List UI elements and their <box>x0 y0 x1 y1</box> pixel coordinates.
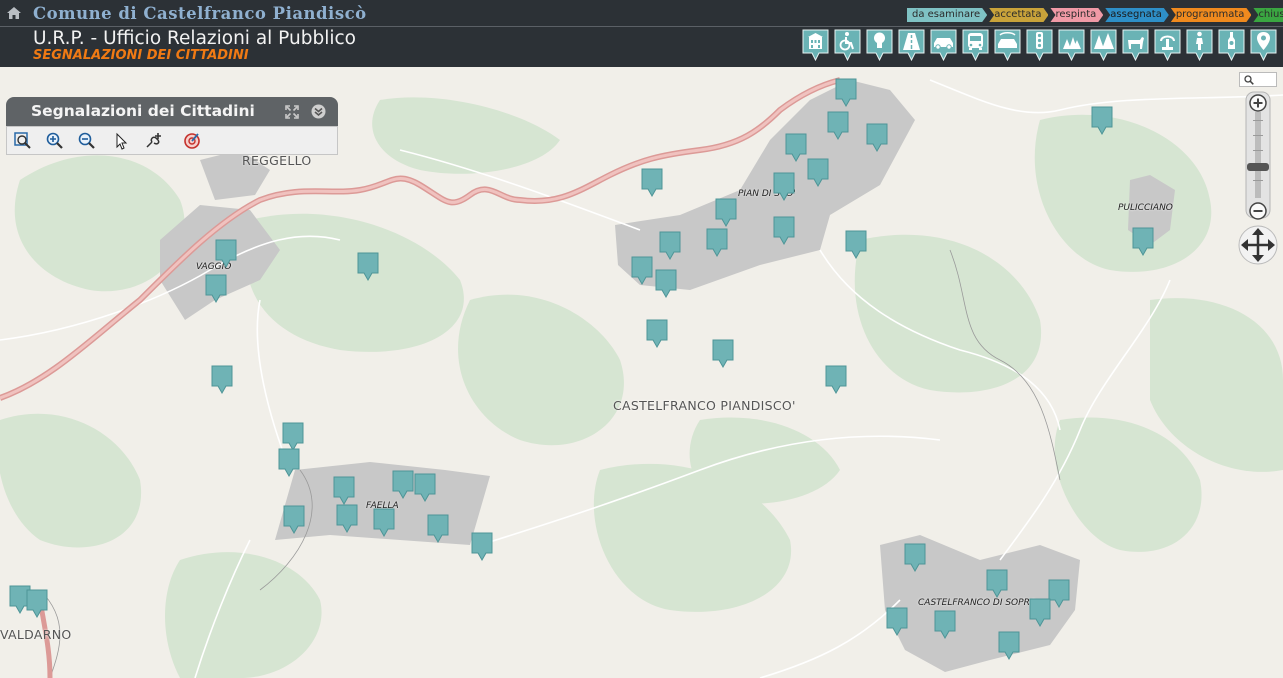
panel-toolbar <box>6 126 338 155</box>
report-marker[interactable] <box>712 339 734 368</box>
report-marker[interactable] <box>904 543 926 572</box>
sub-header: U.R.P. - Ufficio Relazioni al Pubblico S… <box>0 27 1283 67</box>
collapse-icon[interactable] <box>311 104 326 119</box>
municipality-title: Comune di Castelfranco Piandiscò <box>33 4 367 23</box>
report-marker[interactable] <box>631 256 653 285</box>
report-marker[interactable] <box>471 532 493 561</box>
report-marker[interactable] <box>934 610 956 639</box>
report-marker[interactable] <box>333 476 355 505</box>
zoom-in-icon[interactable] <box>45 131 65 151</box>
zoom-control <box>1237 72 1278 267</box>
place-label: CASTELFRANCO DI SOPRA <box>918 598 1036 608</box>
report-marker[interactable] <box>414 473 436 502</box>
report-marker[interactable] <box>211 365 233 394</box>
select-pointer-icon[interactable] <box>111 131 131 151</box>
status-respinta[interactable]: respinta <box>1050 8 1103 22</box>
zoom-extent-icon[interactable] <box>13 131 33 151</box>
fountain-icon[interactable] <box>1154 29 1181 61</box>
report-marker[interactable] <box>336 504 358 533</box>
car-icon[interactable] <box>930 29 957 61</box>
road-icon[interactable] <box>898 29 925 61</box>
office-title: U.R.P. - Ufficio Relazioni al Pubblico <box>33 28 356 49</box>
report-marker[interactable] <box>773 216 795 245</box>
animal-icon[interactable] <box>1122 29 1149 61</box>
place-label: PULICCIANO <box>1118 203 1173 213</box>
zoom-out-icon[interactable] <box>1249 202 1267 220</box>
report-marker[interactable] <box>866 123 888 152</box>
report-marker[interactable] <box>282 422 304 451</box>
park-icon[interactable] <box>1058 29 1085 61</box>
basemap <box>0 77 1283 678</box>
locate-icon[interactable] <box>182 131 202 151</box>
report-marker[interactable] <box>427 514 449 543</box>
place-label: CASTELFRANCO PIANDISCO' <box>613 398 796 413</box>
report-marker[interactable] <box>26 589 48 618</box>
page-subtitle: SEGNALAZIONI DEI CITTADINI <box>33 48 249 63</box>
report-marker[interactable] <box>886 607 908 636</box>
report-marker[interactable] <box>807 158 829 187</box>
home-icon[interactable] <box>7 7 21 19</box>
report-marker[interactable] <box>785 133 807 162</box>
add-report-icon[interactable] <box>144 131 164 151</box>
report-marker[interactable] <box>215 239 237 268</box>
bus-icon[interactable] <box>962 29 989 61</box>
report-marker[interactable] <box>845 230 867 259</box>
monument-icon[interactable] <box>1218 29 1245 61</box>
report-marker[interactable] <box>205 274 227 303</box>
status-chiusa[interactable]: chiusa <box>1253 8 1283 22</box>
reports-panel: Segnalazioni dei Cittadini <box>6 97 338 157</box>
zoom-out-icon[interactable] <box>77 131 97 151</box>
status-programmata[interactable]: programmata <box>1171 8 1252 22</box>
panel-header[interactable]: Segnalazioni dei Cittadini <box>6 97 338 126</box>
report-marker[interactable] <box>373 508 395 537</box>
status-assegnata[interactable]: assegnata <box>1105 8 1169 22</box>
place-label: VALDARNO <box>0 627 72 642</box>
report-marker[interactable] <box>646 319 668 348</box>
report-marker[interactable] <box>835 78 857 107</box>
search-icon <box>1244 75 1254 85</box>
report-marker[interactable] <box>659 231 681 260</box>
panel-title: Segnalazioni dei Cittadini <box>31 102 255 120</box>
map-search-box[interactable] <box>1239 72 1277 87</box>
report-marker[interactable] <box>283 505 305 534</box>
trees-icon[interactable] <box>1090 29 1117 61</box>
report-marker[interactable] <box>706 228 728 257</box>
report-marker[interactable] <box>998 631 1020 660</box>
report-marker[interactable] <box>1048 579 1070 608</box>
pan-arrows-icon[interactable] <box>1238 225 1278 265</box>
traffic-light-icon[interactable] <box>1026 29 1053 61</box>
report-marker[interactable] <box>1132 227 1154 256</box>
report-marker[interactable] <box>392 470 414 499</box>
report-marker[interactable] <box>357 252 379 281</box>
maximize-icon[interactable] <box>285 105 299 119</box>
report-marker[interactable] <box>655 269 677 298</box>
report-marker[interactable] <box>715 198 737 227</box>
status-da-esaminare[interactable]: da esaminare <box>907 8 987 22</box>
report-marker[interactable] <box>986 569 1008 598</box>
car-wash-icon[interactable] <box>994 29 1021 61</box>
report-marker[interactable] <box>278 448 300 477</box>
report-marker[interactable] <box>827 111 849 140</box>
report-marker[interactable] <box>641 168 663 197</box>
lighting-icon[interactable] <box>866 29 893 61</box>
top-bar: Comune di Castelfranco Piandiscò da esam… <box>0 0 1283 27</box>
report-marker[interactable] <box>1029 598 1051 627</box>
status-legend: da esaminare accettata respinta assegnata pr… <box>907 8 1283 22</box>
report-marker[interactable] <box>825 365 847 394</box>
map-view[interactable]: REGGELLO VAGGIO PIAN DI SCO' PULICCIANO … <box>0 67 1283 678</box>
report-marker[interactable] <box>1091 106 1113 135</box>
status-accettata[interactable]: accettata <box>989 8 1048 22</box>
public-building-icon[interactable] <box>802 29 829 61</box>
report-marker[interactable] <box>773 172 795 201</box>
zoom-in-icon[interactable] <box>1249 94 1267 112</box>
accessibility-icon[interactable] <box>834 29 861 61</box>
location-pin-icon[interactable] <box>1250 29 1277 61</box>
person-icon[interactable] <box>1186 29 1213 61</box>
